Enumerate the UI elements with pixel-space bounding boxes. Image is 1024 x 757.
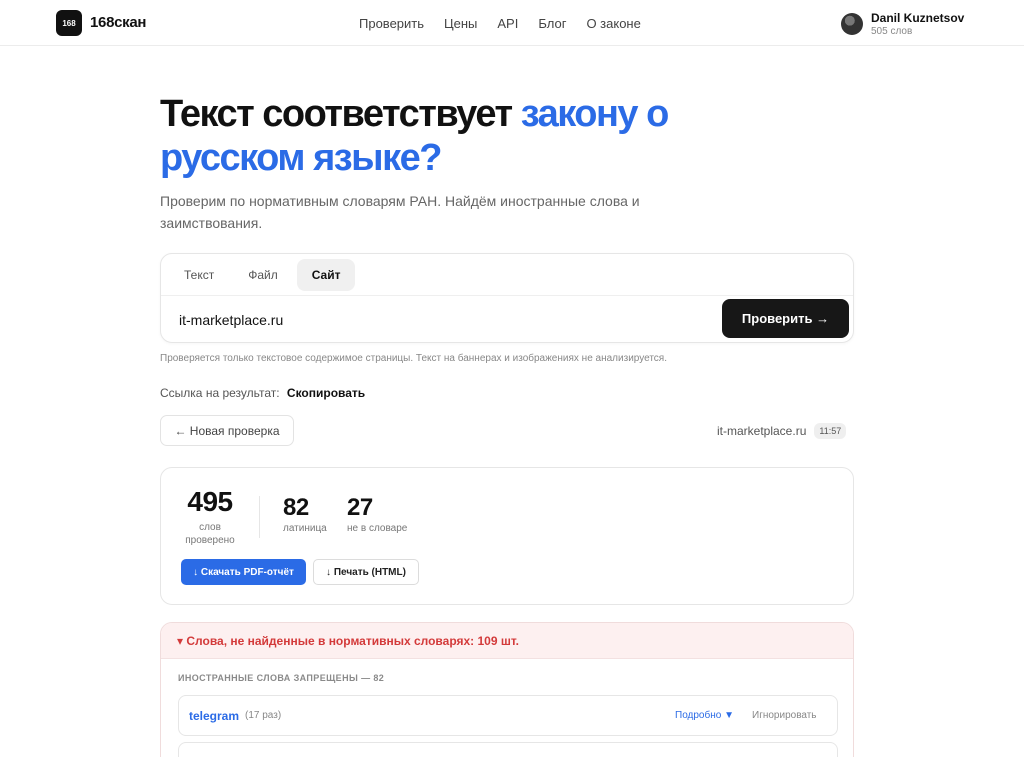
stat-total-value: 495 xyxy=(187,486,233,517)
print-html-button[interactable]: ↓ Печать (HTML) xyxy=(313,559,419,585)
stat-total: 495 слов проверено xyxy=(181,486,239,547)
word-link[interactable]: telegram xyxy=(189,709,239,723)
nav-item-blog[interactable]: Блог xyxy=(538,16,566,31)
stat-not-in-dict-label: не в словаре xyxy=(347,523,408,534)
checked-site: it-marketplace.ru xyxy=(717,424,807,438)
page-title: Текст соответствует закону о русском язы… xyxy=(160,92,780,180)
nav-item-about-law[interactable]: О законе xyxy=(586,16,640,31)
stats-card: 495 слов проверено 82 латиница 27 не в с… xyxy=(160,467,854,605)
url-input[interactable] xyxy=(179,306,709,334)
download-pdf-button[interactable]: ↓ Скачать PDF-отчёт xyxy=(181,559,306,585)
check-note: Проверяется только текстовое содержимое … xyxy=(160,353,668,364)
result-meta: it-marketplace.ru 11:57 xyxy=(717,423,847,439)
top-header: 168 168скан Проверить Цены API Блог О за… xyxy=(0,0,1024,46)
user-menu[interactable]: Danil Kuznetsov 505 слов xyxy=(841,11,964,37)
result-link-label: Ссылка на результат: xyxy=(160,386,280,400)
time-badge: 11:57 xyxy=(814,423,847,439)
nav-item-api[interactable]: API xyxy=(497,16,518,31)
avatar[interactable] xyxy=(841,13,863,35)
tab-site[interactable]: Сайт xyxy=(296,259,356,291)
issues-toggle[interactable]: ▾ Слова, не найденные в нормативных слов… xyxy=(161,623,853,659)
list-item: telegram (17 раз) Подробно ▼ Игнорироват… xyxy=(178,695,838,736)
page-title-plain: Текст соответствует xyxy=(160,93,521,135)
check-form: Текст Файл Сайт Проверить → xyxy=(160,253,854,343)
word-count: (17 раз) xyxy=(245,710,282,721)
stat-latin-label: латиница xyxy=(283,523,327,534)
stat-divider xyxy=(259,496,260,538)
nav-item-check[interactable]: Проверить xyxy=(359,16,424,31)
check-button[interactable]: Проверить → xyxy=(722,299,849,338)
page-subtitle: Проверим по нормативным словарям РАН. На… xyxy=(160,193,640,231)
issues-card: ▾ Слова, не найденные в нормативных слов… xyxy=(160,622,854,757)
stat-total-label: слов проверено xyxy=(185,522,235,546)
stat-not-in-dict: 27 не в словаре xyxy=(347,493,407,534)
user-name: Danil Kuznetsov xyxy=(871,11,965,25)
tab-text[interactable]: Текст xyxy=(169,259,229,291)
stat-latin: 82 латиница xyxy=(283,493,327,534)
list-item xyxy=(178,742,838,757)
stat-latin-value: 82 xyxy=(283,494,309,521)
nav-item-prices[interactable]: Цены xyxy=(444,16,477,31)
details-toggle[interactable]: Подробно ▼ xyxy=(675,710,734,721)
result-link: Ссылка на результат: Скопировать xyxy=(160,386,365,400)
tab-file[interactable]: Файл xyxy=(233,259,293,291)
main-nav: Проверить Цены API Блог О законе xyxy=(359,16,641,31)
copy-link-button[interactable]: Скопировать xyxy=(287,386,365,400)
user-word-count: 505 слов xyxy=(871,26,913,37)
stat-not-in-dict-value: 27 xyxy=(347,494,373,521)
input-mode-tabs: Текст Файл Сайт xyxy=(169,259,356,291)
divider xyxy=(161,295,853,296)
ignore-button[interactable]: Игнорировать xyxy=(752,710,817,721)
logo-text[interactable]: 168скан xyxy=(90,14,146,31)
issues-section-title: ИНОСТРАННЫЕ СЛОВА ЗАПРЕЩЕНЫ — 82 xyxy=(178,673,385,683)
logo-badge[interactable]: 168 xyxy=(56,10,82,36)
new-check-button[interactable]: ← Новая проверка xyxy=(160,415,294,446)
